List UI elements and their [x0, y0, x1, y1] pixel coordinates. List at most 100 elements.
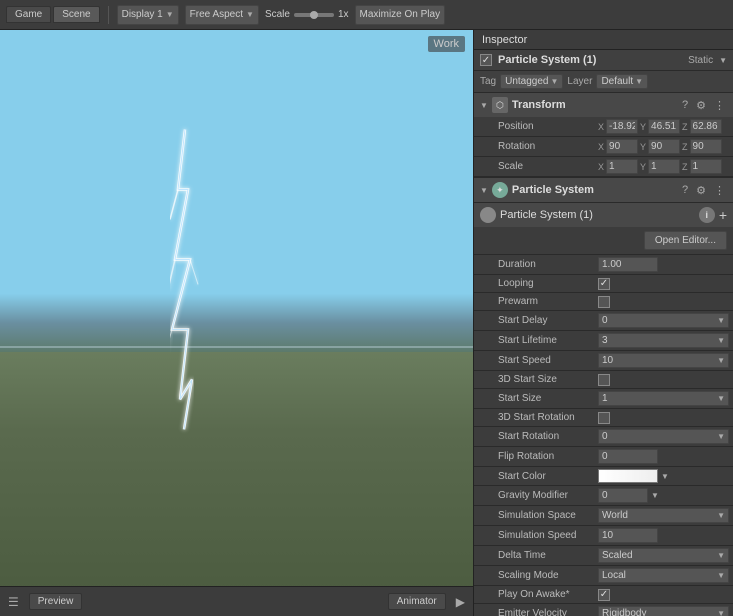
- start-lifetime-chevron: [717, 336, 725, 345]
- tab-scene[interactable]: Scene: [53, 6, 99, 23]
- ps-menu-button[interactable]: ⋮: [712, 184, 727, 197]
- 3d-start-size-value: [594, 371, 733, 389]
- scale-y-input[interactable]: [648, 159, 680, 174]
- flip-rotation-label: Flip Rotation: [474, 447, 594, 467]
- delta-time-dropdown[interactable]: Scaled: [598, 548, 729, 563]
- scaling-mode-label: Scaling Mode: [474, 566, 594, 586]
- menu-icon[interactable]: ☰: [6, 593, 21, 611]
- scale-values: X Y Z: [594, 157, 733, 177]
- start-delay-label: Start Delay: [474, 311, 594, 331]
- scale-slider[interactable]: [294, 13, 334, 17]
- rot-y-input[interactable]: [648, 139, 680, 154]
- maximize-dropdown[interactable]: Maximize On Play: [355, 5, 446, 25]
- position-values: X Y Z: [594, 117, 733, 137]
- start-delay-value: 0: [594, 311, 733, 331]
- scale-z-input[interactable]: [690, 159, 722, 174]
- ps-component-icon: ✦: [492, 182, 508, 198]
- viewport-bottom-bar: ☰ Preview Animator ▶: [0, 586, 473, 616]
- inspector-body[interactable]: Particle System (1) Static Tag Untagged …: [474, 50, 733, 616]
- transform-expand-icon: [480, 101, 488, 110]
- layer-dropdown[interactable]: Default: [596, 74, 648, 89]
- looping-checkbox[interactable]: [598, 278, 610, 290]
- start-speed-label: Start Speed: [474, 351, 594, 371]
- particle-effect: [170, 89, 200, 470]
- duration-value: [594, 255, 733, 275]
- open-editor-button[interactable]: Open Editor...: [644, 231, 727, 250]
- start-rotation-label: Start Rotation: [474, 427, 594, 447]
- gravity-input[interactable]: [598, 488, 648, 503]
- tag-label: Tag: [480, 76, 496, 87]
- ps-add-button[interactable]: +: [719, 207, 727, 223]
- start-lifetime-value: 3: [594, 331, 733, 351]
- ps-help-button[interactable]: ?: [680, 184, 690, 196]
- rot-z-input[interactable]: [690, 139, 722, 154]
- start-color-swatch[interactable]: [598, 469, 658, 483]
- toolbar: Game Scene Display 1 Free Aspect Scale 1…: [0, 0, 733, 30]
- sim-space-chevron: [717, 511, 725, 520]
- particle-system-header[interactable]: ✦ Particle System ? ⚙ ⋮: [474, 178, 733, 202]
- ps-sub-header: Particle System (1) i +: [474, 202, 733, 227]
- play-on-awake-label: Play On Awake*: [474, 586, 594, 604]
- preview-button[interactable]: Preview: [29, 593, 83, 610]
- delta-time-value: Scaled: [594, 546, 733, 566]
- static-chevron-icon: [719, 56, 727, 65]
- emitter-velocity-value: Rigidbody: [594, 604, 733, 616]
- flip-rotation-input[interactable]: [598, 449, 658, 464]
- simulation-space-value: World: [594, 506, 733, 526]
- object-active-checkbox[interactable]: [480, 54, 492, 66]
- scaling-mode-dropdown[interactable]: Local: [598, 568, 729, 583]
- transform-properties: Position X Y Z Rotation: [474, 117, 733, 177]
- transform-icon: ⬡: [492, 97, 508, 113]
- open-editor-row: Open Editor...: [474, 227, 733, 255]
- rotation-label: Rotation: [474, 137, 594, 157]
- tag-dropdown[interactable]: Untagged: [500, 74, 563, 89]
- start-size-dropdown[interactable]: 1: [598, 391, 729, 406]
- pos-z-input[interactable]: [690, 119, 722, 134]
- ps-component-title: Particle System: [512, 184, 676, 196]
- aspect-chevron-icon: [246, 10, 254, 19]
- pos-x-input[interactable]: [606, 119, 638, 134]
- start-color-label: Start Color: [474, 467, 594, 486]
- ps-properties: Duration Looping Prewarm Start Delay: [474, 255, 733, 616]
- play-on-awake-checkbox[interactable]: [598, 589, 610, 601]
- 3d-rotation-checkbox[interactable]: [598, 412, 610, 424]
- tab-game[interactable]: Game: [6, 6, 51, 23]
- simulation-speed-value: [594, 526, 733, 546]
- ps-settings-button[interactable]: ⚙: [694, 184, 708, 197]
- duration-input[interactable]: [598, 257, 658, 272]
- start-lifetime-label: Start Lifetime: [474, 331, 594, 351]
- start-delay-dropdown[interactable]: 0: [598, 313, 729, 328]
- start-color-chevron: [661, 472, 669, 481]
- transform-settings-button[interactable]: ⚙: [694, 99, 708, 112]
- start-speed-dropdown[interactable]: 10: [598, 353, 729, 368]
- ps-info-button[interactable]: i: [699, 207, 715, 223]
- pos-y-input[interactable]: [648, 119, 680, 134]
- animator-button[interactable]: Animator: [388, 593, 446, 610]
- aspect-dropdown[interactable]: Free Aspect: [185, 5, 259, 25]
- object-name: Particle System (1): [498, 54, 682, 66]
- transform-header[interactable]: ⬡ Transform ? ⚙ ⋮: [474, 93, 733, 117]
- sim-speed-input[interactable]: [598, 528, 658, 543]
- transform-help-button[interactable]: ?: [680, 99, 690, 111]
- scaling-mode-value: Local: [594, 566, 733, 586]
- display-dropdown[interactable]: Display 1: [117, 5, 179, 25]
- 3d-size-checkbox[interactable]: [598, 374, 610, 386]
- scale-label: Scale: [474, 157, 594, 177]
- scale-x-input[interactable]: [606, 159, 638, 174]
- simulation-space-dropdown[interactable]: World: [598, 508, 729, 523]
- layer-label: Layer: [567, 76, 592, 87]
- flip-rotation-value: [594, 447, 733, 467]
- position-label: Position: [474, 117, 594, 137]
- ps-expand-icon: [480, 186, 488, 195]
- start-lifetime-dropdown[interactable]: 3: [598, 333, 729, 348]
- ps-actions: ? ⚙ ⋮: [680, 184, 727, 197]
- transform-menu-button[interactable]: ⋮: [712, 99, 727, 112]
- start-color-value[interactable]: [594, 467, 733, 486]
- prewarm-checkbox[interactable]: [598, 296, 610, 308]
- emitter-velocity-dropdown[interactable]: Rigidbody: [598, 606, 729, 616]
- start-rotation-dropdown[interactable]: 0: [598, 429, 729, 444]
- viewport[interactable]: Work ☰ Preview Animator ▶: [0, 30, 473, 616]
- play-icon[interactable]: ▶: [454, 593, 467, 611]
- rot-x-input[interactable]: [606, 139, 638, 154]
- scale-control: Scale 1x: [265, 9, 349, 20]
